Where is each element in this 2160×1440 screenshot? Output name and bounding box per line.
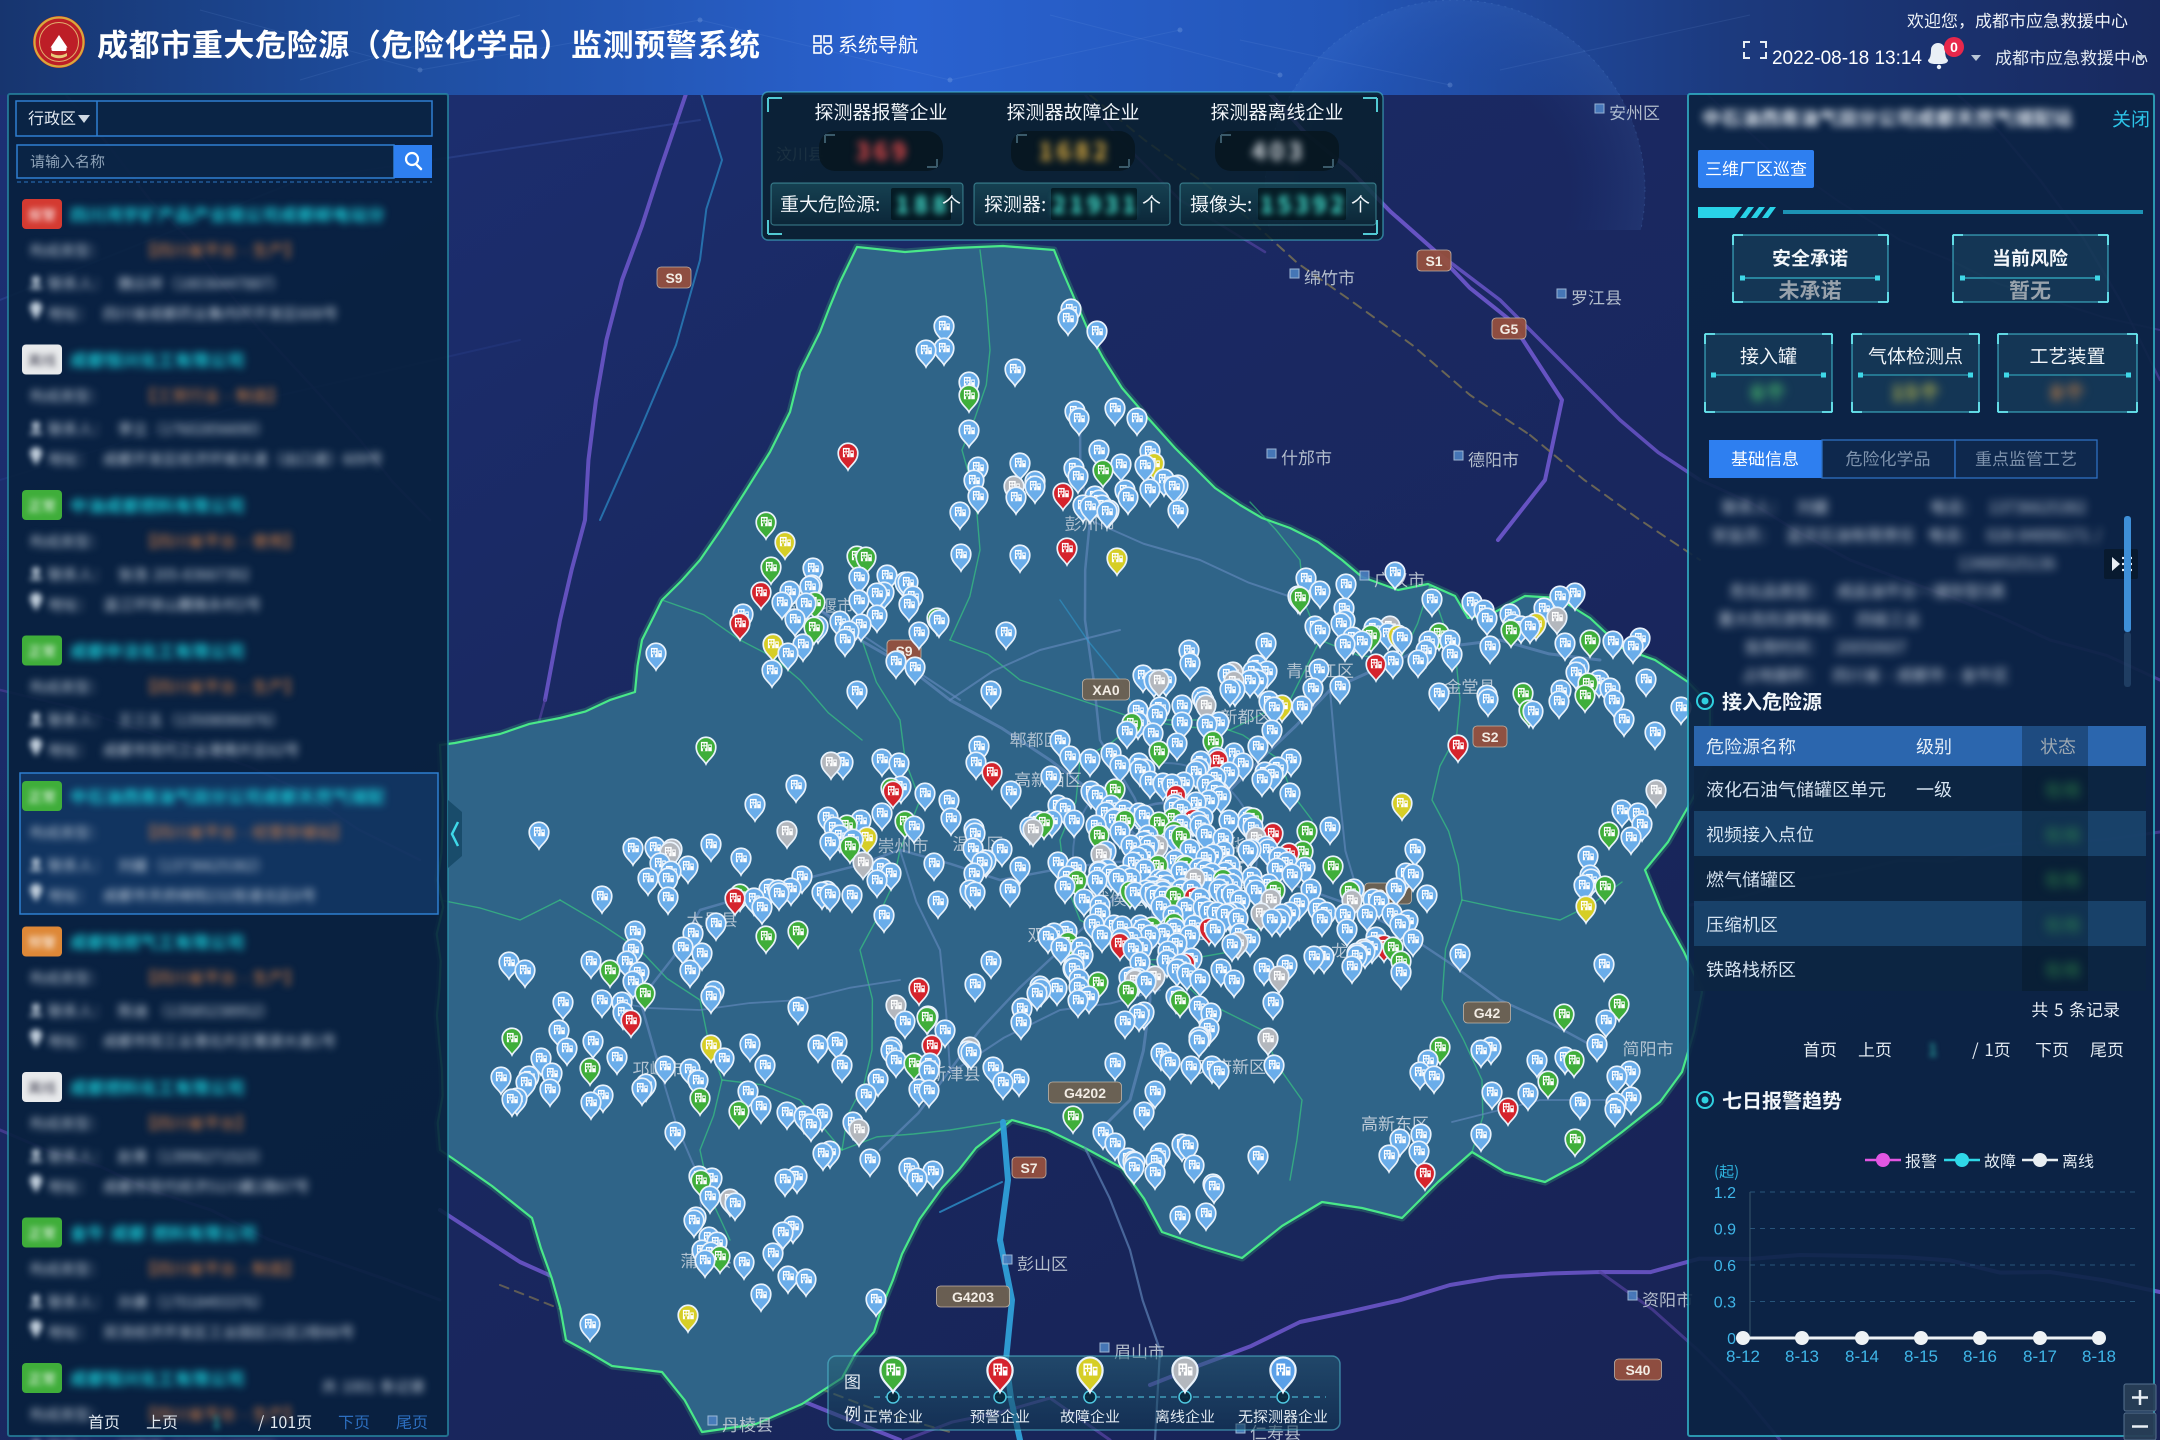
svg-text:1.2: 1.2 [1714, 1185, 1736, 1202]
svg-text:8-13: 8-13 [1785, 1347, 1819, 1366]
svg-text:0: 0 [1950, 39, 1958, 55]
svg-text:0.6: 0.6 [1714, 1258, 1736, 1275]
svg-text:S40: S40 [1626, 1362, 1651, 1378]
svg-text:8-16: 8-16 [1963, 1347, 1997, 1366]
svg-text:8-14: 8-14 [1845, 1347, 1879, 1366]
svg-text:S2: S2 [1481, 729, 1498, 745]
svg-text:8-18: 8-18 [2082, 1347, 2116, 1366]
svg-text:S9: S9 [665, 270, 682, 286]
svg-text:0.3: 0.3 [1714, 1295, 1736, 1312]
svg-text:G4203: G4203 [952, 1289, 994, 1305]
svg-text:G42: G42 [1474, 1005, 1501, 1021]
svg-text:8-15: 8-15 [1904, 1347, 1938, 1366]
svg-text:8-12: 8-12 [1726, 1347, 1760, 1366]
svg-text:G4202: G4202 [1064, 1085, 1106, 1101]
svg-text:2022-08-18 13:14: 2022-08-18 13:14 [1772, 48, 1922, 69]
svg-text:S1: S1 [1425, 253, 1442, 269]
svg-text:G5: G5 [1500, 321, 1519, 337]
svg-text:0: 0 [1727, 1331, 1736, 1348]
svg-text:S7: S7 [1020, 1160, 1037, 1176]
svg-text:XA0: XA0 [1092, 682, 1119, 698]
svg-text:0.9: 0.9 [1714, 1222, 1736, 1239]
svg-text:8-17: 8-17 [2023, 1347, 2057, 1366]
